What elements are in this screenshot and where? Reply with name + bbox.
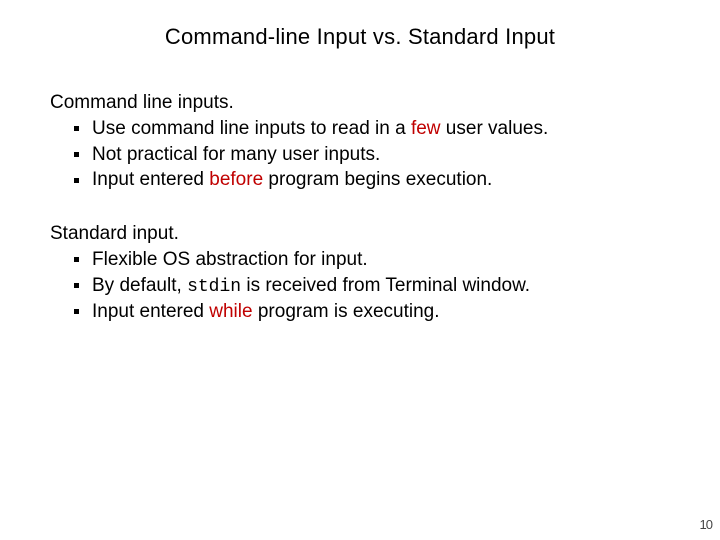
slide: Command-line Input vs. Standard Input Co…: [0, 0, 720, 540]
text: Use command line inputs to read in a: [92, 118, 411, 139]
list-item: By default, stdin is received from Termi…: [74, 273, 670, 299]
text: Input entered: [92, 301, 209, 322]
slide-title: Command-line Input vs. Standard Input: [50, 24, 670, 50]
text: user values.: [441, 118, 549, 139]
list-item: Use command line inputs to read in a few…: [74, 116, 670, 142]
text: By default,: [92, 275, 187, 296]
bullet-list: Use command line inputs to read in a few…: [50, 116, 670, 193]
code-text: stdin: [187, 277, 241, 297]
list-item: Input entered before program begins exec…: [74, 167, 670, 193]
section-heading: Command line inputs.: [50, 92, 670, 114]
text: Not practical for many user inputs.: [92, 144, 380, 165]
text: program begins execution.: [263, 169, 492, 190]
list-item: Not practical for many user inputs.: [74, 142, 670, 168]
accent-text: few: [411, 118, 441, 139]
section-command-line: Command line inputs. Use command line in…: [50, 92, 670, 193]
accent-text: before: [209, 169, 263, 190]
section-standard-input: Standard input. Flexible OS abstraction …: [50, 223, 670, 325]
page-number: 10: [700, 517, 712, 532]
bullet-list: Flexible OS abstraction for input. By de…: [50, 247, 670, 325]
list-item: Input entered while program is executing…: [74, 299, 670, 325]
text: is received from Terminal window.: [241, 275, 530, 296]
accent-text: while: [209, 301, 252, 322]
text: program is executing.: [253, 301, 440, 322]
text: Flexible OS abstraction for input.: [92, 249, 368, 270]
list-item: Flexible OS abstraction for input.: [74, 247, 670, 273]
section-heading: Standard input.: [50, 223, 670, 245]
text: Input entered: [92, 169, 209, 190]
